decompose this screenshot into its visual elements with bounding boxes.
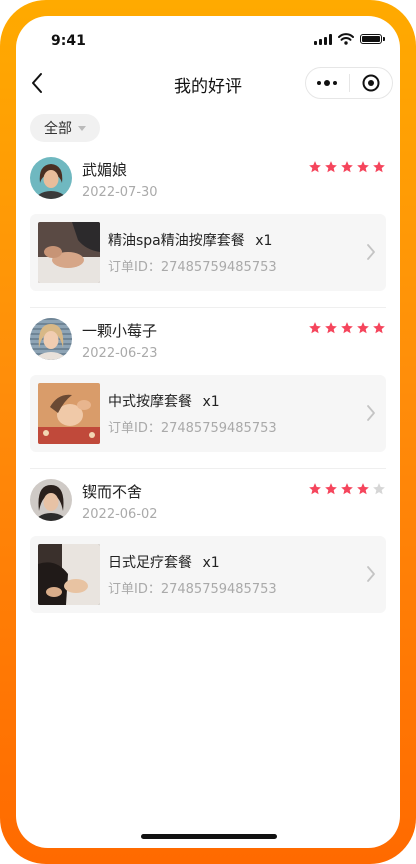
- reviewer-name: 武媚娘: [82, 161, 128, 179]
- rating-stars: [308, 160, 386, 174]
- star-filled-icon: [325, 161, 337, 173]
- order-product: 中式按摩套餐 x1: [108, 391, 220, 411]
- star-filled-icon: [357, 322, 369, 334]
- service-thumbnail: [38, 544, 100, 605]
- star-filled-icon: [309, 161, 321, 173]
- order-card[interactable]: 精油spa精油按摩套餐 x1 订单ID：27485759485753: [30, 214, 386, 291]
- service-thumbnail: [38, 383, 100, 444]
- review-item: 锲而不舍 2022-06-02 日式足疗套餐 x1 订单ID：274857594…: [30, 479, 386, 639]
- phone-screen: 9:41 我的好评 全部 武媚娘 2022-07-30 精油spa精油按摩套餐 …: [16, 16, 400, 848]
- wifi-icon: [338, 33, 354, 45]
- chevron-right-icon: [367, 566, 375, 582]
- star-filled-icon: [357, 483, 369, 495]
- order-card[interactable]: 日式足疗套餐 x1 订单ID：27485759485753: [30, 536, 386, 613]
- filter-dropdown[interactable]: 全部: [30, 114, 100, 142]
- review-item: 一颗小莓子 2022-06-23 中式按摩套餐 x1 订单ID：27485759…: [30, 318, 386, 478]
- order-product: 精油spa精油按摩套餐 x1: [108, 230, 272, 250]
- star-filled-icon: [341, 161, 353, 173]
- star-filled-icon: [325, 322, 337, 334]
- reviewer-name: 一颗小莓子: [82, 322, 158, 340]
- product-qty: x1: [255, 233, 273, 249]
- reviewer-name: 锲而不舍: [82, 483, 143, 501]
- product-name: 中式按摩套餐: [108, 394, 192, 410]
- product-name: 日式足疗套餐: [108, 555, 192, 571]
- order-id: 订单ID：27485759485753: [108, 421, 277, 436]
- mini-program-capsule: [305, 67, 393, 99]
- rating-stars: [308, 482, 386, 496]
- chevron-right-icon: [367, 405, 375, 421]
- battery-icon: [360, 34, 385, 44]
- order-id: 订单ID：27485759485753: [108, 260, 277, 275]
- star-filled-icon: [341, 483, 353, 495]
- chevron-right-icon: [367, 244, 375, 260]
- service-thumbnail: [38, 222, 100, 283]
- triangle-down-icon: [78, 125, 86, 131]
- order-card[interactable]: 中式按摩套餐 x1 订单ID：27485759485753: [30, 375, 386, 452]
- avatar: [30, 318, 72, 360]
- more-dots-icon[interactable]: [306, 68, 349, 98]
- order-product: 日式足疗套餐 x1: [108, 552, 220, 572]
- status-icons: [314, 33, 385, 45]
- star-filled-icon: [325, 483, 337, 495]
- signal-icon: [314, 33, 332, 45]
- star-filled-icon: [357, 161, 369, 173]
- product-qty: x1: [202, 394, 220, 410]
- star-filled-icon: [309, 483, 321, 495]
- divider: [30, 468, 386, 469]
- avatar: [30, 479, 72, 521]
- star-filled-icon: [341, 322, 353, 334]
- filter-label: 全部: [44, 121, 72, 137]
- star-filled-icon: [373, 161, 385, 173]
- star-filled-icon: [309, 322, 321, 334]
- avatar: [30, 157, 72, 199]
- review-date: 2022-06-02: [82, 507, 158, 522]
- review-item: 武媚娘 2022-07-30 精油spa精油按摩套餐 x1 订单ID：27485…: [30, 157, 386, 317]
- close-target-icon[interactable]: [349, 68, 392, 98]
- product-qty: x1: [202, 555, 220, 571]
- divider: [30, 307, 386, 308]
- rating-stars: [308, 321, 386, 335]
- star-filled-icon: [373, 322, 385, 334]
- device-frame: 9:41 我的好评 全部 武媚娘 2022-07-30 精油spa精油按摩套餐 …: [0, 0, 416, 864]
- star-empty-icon: [373, 483, 385, 495]
- review-date: 2022-07-30: [82, 185, 158, 200]
- home-indicator[interactable]: [141, 834, 277, 839]
- status-time: 9:41: [51, 33, 86, 49]
- product-name: 精油spa精油按摩套餐: [108, 233, 245, 249]
- order-id: 订单ID：27485759485753: [108, 582, 277, 597]
- review-date: 2022-06-23: [82, 346, 158, 361]
